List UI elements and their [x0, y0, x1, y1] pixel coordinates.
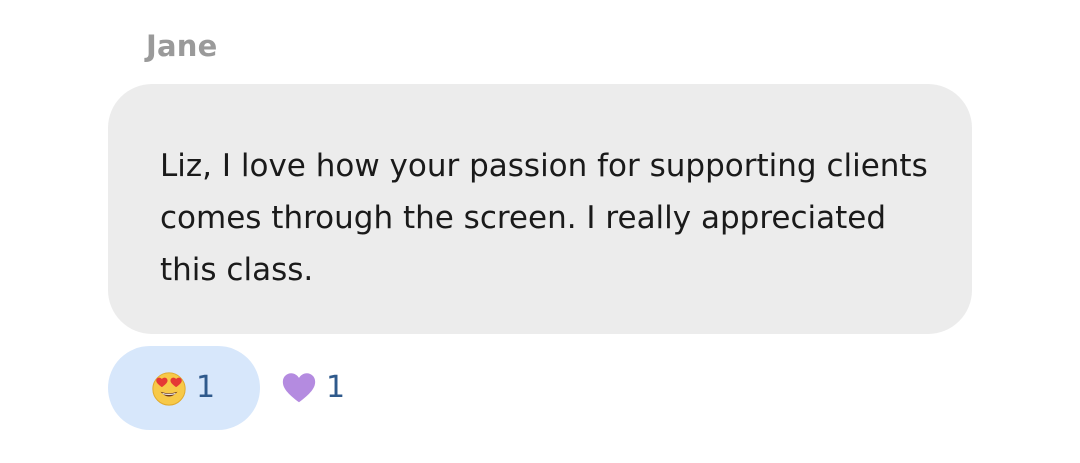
purple-heart-icon	[282, 373, 316, 403]
sender-name: Jane	[146, 29, 218, 63]
reaction-purple-heart-button[interactable]: 1	[260, 346, 345, 430]
reactions-bar: 1 1	[108, 346, 345, 430]
reaction-count: 1	[326, 370, 346, 405]
message-bubble[interactable]: Liz, I love how your passion for support…	[108, 84, 972, 334]
message-text: Liz, I love how your passion for support…	[160, 148, 928, 288]
reaction-heart-eyes-button[interactable]: 1	[108, 346, 260, 430]
heart-eyes-emoji-icon	[152, 372, 186, 406]
reaction-count: 1	[196, 370, 216, 405]
